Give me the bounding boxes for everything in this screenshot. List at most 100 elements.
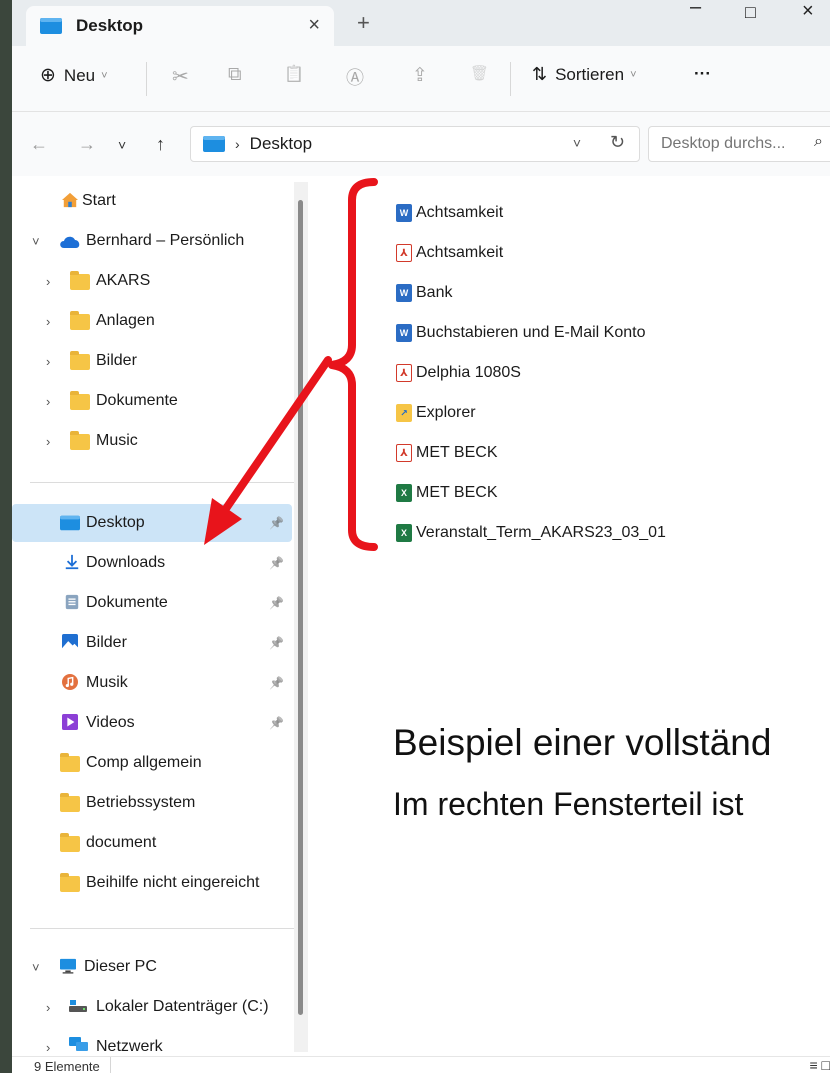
- rename-button[interactable]: Ⓐ: [346, 64, 364, 90]
- list-item[interactable]: W Bank: [396, 278, 452, 308]
- sidebar-item-label: Musik: [86, 674, 128, 691]
- sidebar-item-network[interactable]: › Netzwerk: [12, 1028, 292, 1056]
- sidebar-item-local-drive[interactable]: › Lokaler Datenträger (C:): [12, 988, 292, 1026]
- new-button[interactable]: ⊕ Neu ˅: [40, 64, 108, 87]
- list-item[interactable]: W Buchstabieren und E-Mail Konto: [396, 318, 645, 348]
- sidebar-item-label: Bilder: [96, 352, 137, 369]
- sidebar-scrollbar-thumb[interactable]: [298, 200, 303, 1015]
- chevron-right-icon[interactable]: ›: [46, 394, 50, 409]
- back-arrow-icon[interactable]: ←: [30, 134, 48, 155]
- chevron-right-icon[interactable]: ›: [46, 274, 50, 289]
- chevron-right-icon: ›: [235, 136, 240, 152]
- search-box[interactable]: ⌕: [648, 126, 830, 162]
- computer-icon: [60, 958, 76, 974]
- list-item[interactable]: X Veranstalt_Term_AKARS23_03_01: [396, 518, 666, 548]
- close-tab-icon[interactable]: ×: [308, 14, 320, 37]
- hard-drive-icon: [69, 1000, 87, 1012]
- breadcrumb-desktop[interactable]: Desktop: [250, 134, 312, 154]
- file-name: Veranstalt_Term_AKARS23_03_01: [416, 524, 666, 541]
- sidebar-item-this-pc[interactable]: ˅ Dieser PC: [12, 948, 292, 986]
- sort-button[interactable]: ⇅ Sortieren ˅: [532, 64, 637, 85]
- close-window-button[interactable]: ×: [802, 0, 814, 23]
- chevron-down-icon: ˅: [630, 68, 637, 81]
- chevron-right-icon[interactable]: ›: [46, 354, 50, 369]
- pin-icon[interactable]: 📌: [269, 596, 284, 610]
- sidebar-item-music[interactable]: › Music: [12, 422, 292, 460]
- sidebar-item-onedrive[interactable]: ˅ Bernhard – Persönlich: [12, 222, 292, 260]
- up-arrow-icon[interactable]: ↑: [156, 134, 165, 155]
- delete-button[interactable]: 🗑: [470, 64, 489, 82]
- sidebar-item-label: Comp allgemein: [86, 754, 202, 771]
- sidebar-item-label: Videos: [86, 714, 135, 731]
- trash-icon: 🗑: [470, 65, 490, 82]
- excel-document-icon: X: [396, 484, 412, 502]
- minimize-button[interactable]: –: [690, 0, 701, 19]
- sort-icon: ⇅: [532, 64, 548, 84]
- paste-button[interactable]: 📋: [284, 64, 304, 84]
- desktop-folder-icon: [40, 18, 62, 34]
- rename-icon: Ⓐ: [346, 68, 364, 88]
- sidebar-item-videos[interactable]: Videos 📌: [12, 704, 292, 742]
- pin-icon[interactable]: 📌: [269, 716, 284, 730]
- pin-icon[interactable]: 📌: [269, 636, 284, 650]
- sort-label: Sortieren: [555, 64, 625, 84]
- folder-icon: [60, 833, 80, 852]
- sidebar-item-comp-allgemein[interactable]: Comp allgemein: [12, 744, 292, 782]
- address-bar[interactable]: › Desktop ˅ ↻: [190, 126, 640, 162]
- sidebar-item-dokumente[interactable]: › Dokumente: [12, 382, 292, 420]
- list-item[interactable]: ⅄ Delphia 1080S: [396, 358, 521, 388]
- new-tab-button[interactable]: +: [357, 10, 370, 36]
- chevron-down-icon[interactable]: ˅: [32, 234, 40, 249]
- chevron-right-icon[interactable]: ›: [46, 434, 50, 449]
- pin-icon[interactable]: 📌: [269, 516, 284, 530]
- sidebar-item-downloads[interactable]: Downloads 📌: [12, 544, 292, 582]
- sidebar-item-akars[interactable]: › AKARS: [12, 262, 292, 300]
- sidebar-item-start[interactable]: Start: [12, 182, 292, 220]
- list-item[interactable]: W Achtsamkeit: [396, 198, 503, 228]
- cut-button[interactable]: ✂: [172, 64, 189, 89]
- sidebar-item-desktop[interactable]: Desktop 📌: [12, 504, 292, 542]
- chevron-right-icon[interactable]: ›: [46, 314, 50, 329]
- sidebar-item-betriebssystem[interactable]: Betriebssystem: [12, 784, 292, 822]
- chevron-down-icon[interactable]: ˅: [32, 960, 40, 975]
- refresh-icon[interactable]: ↻: [610, 132, 625, 153]
- sidebar-item-document[interactable]: document: [12, 824, 292, 862]
- toolbar-divider: [510, 62, 511, 96]
- copy-button[interactable]: ⧉: [228, 64, 242, 86]
- sidebar-item-dokumente-quick[interactable]: Dokumente 📌: [12, 584, 292, 622]
- recent-locations-icon[interactable]: ˅: [118, 137, 126, 153]
- chevron-right-icon[interactable]: ›: [46, 1040, 50, 1055]
- sidebar-item-label: Downloads: [86, 554, 166, 571]
- chevron-right-icon[interactable]: ›: [46, 1000, 50, 1015]
- sidebar-item-bilder-quick[interactable]: Bilder 📌: [12, 624, 292, 662]
- share-button[interactable]: ⇪: [412, 64, 428, 87]
- folder-icon: [60, 793, 80, 812]
- sidebar-item-musik[interactable]: Musik 📌: [12, 664, 292, 702]
- list-item[interactable]: ↗ Explorer: [396, 398, 476, 428]
- file-name: MET BECK: [416, 444, 498, 461]
- sidebar-item-label: Bernhard – Persönlich: [86, 232, 245, 249]
- list-item[interactable]: ⅄ MET BECK: [396, 438, 498, 468]
- tiles-view-icon[interactable]: □: [822, 1057, 830, 1073]
- pin-icon[interactable]: 📌: [269, 676, 284, 690]
- list-item[interactable]: ⅄ Achtsamkeit: [396, 238, 503, 268]
- more-options-button[interactable]: ···: [694, 64, 711, 84]
- pin-icon[interactable]: 📌: [269, 556, 284, 570]
- forward-arrow-icon[interactable]: →: [78, 134, 96, 155]
- tab-desktop[interactable]: Desktop ×: [26, 6, 334, 46]
- sidebar-item-beihilfe[interactable]: Beihilfe nicht eingereicht: [12, 864, 292, 902]
- sidebar-item-label: Beihilfe nicht eingereicht: [86, 874, 260, 891]
- file-name: Achtsamkeit: [416, 204, 504, 221]
- sidebar-item-label: AKARS: [96, 272, 151, 289]
- sidebar-item-bilder[interactable]: › Bilder: [12, 342, 292, 380]
- search-input[interactable]: [661, 135, 791, 153]
- details-view-icon[interactable]: ≡: [809, 1057, 817, 1073]
- sidebar-item-label: Anlagen: [96, 312, 155, 329]
- scissors-icon: ✂: [172, 66, 189, 88]
- picture-icon: [62, 634, 78, 650]
- chevron-down-icon[interactable]: ˅: [573, 135, 581, 151]
- file-name: Delphia 1080S: [416, 364, 521, 381]
- list-item[interactable]: X MET BECK: [396, 478, 498, 508]
- sidebar-item-anlagen[interactable]: › Anlagen: [12, 302, 292, 340]
- maximize-button[interactable]: □: [745, 2, 756, 23]
